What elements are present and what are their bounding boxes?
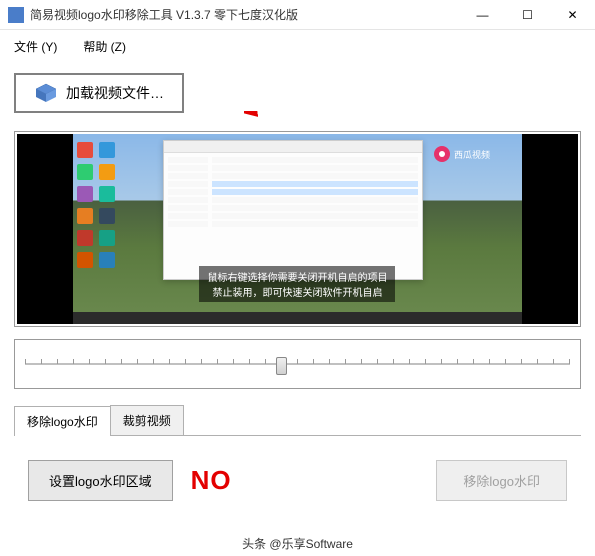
load-video-label: 加载视频文件… [66,83,164,103]
desktop-icon [77,252,93,268]
maximize-button[interactable]: ☐ [505,0,550,30]
desktop-icon [77,186,93,202]
minimize-button[interactable]: — [460,0,505,30]
remove-logo-button: 移除logo水印 [436,460,567,501]
tabs: 移除logo水印 裁剪视频 [14,405,581,436]
desktop-icon [99,142,115,158]
taskbar [73,312,522,324]
preview-frame: 西瓜视频 鼠标右键选择你需要关闭开机自启的项目 禁止装用，即可快速关闭软件开机自… [14,131,581,327]
subtitle-line1: 鼠标右键选择你需要关闭开机自启的项目 [207,273,387,284]
tab-crop-video[interactable]: 裁剪视频 [110,405,184,435]
desktop-icon [77,164,93,180]
desktop-icon [77,208,93,224]
subtitle-line2: 禁止装用，即可快速关闭软件开机自启 [207,284,387,299]
load-video-button[interactable]: 加载视频文件… [14,73,184,113]
menubar: 文件 (Y) 帮助 (Z) [0,30,595,63]
video-preview[interactable]: 西瓜视频 鼠标右键选择你需要关闭开机自启的项目 禁止装用，即可快速关闭软件开机自… [17,134,578,324]
slider-ticks [25,359,570,364]
desktop-icon [99,208,115,224]
app-icon [8,7,24,23]
desktop-icons [77,142,117,268]
maximize-icon: ☐ [522,8,533,22]
desktop-icon [99,230,115,246]
dialog-header [164,141,422,153]
subtitle: 鼠标右键选择你需要关闭开机自启的项目 禁止装用，即可快速关闭软件开机自启 [199,266,395,302]
watermark-text: 西瓜视频 [454,149,490,160]
window-title: 简易视频logo水印移除工具 V1.3.7 零下七度汉化版 [30,6,460,23]
status-label: NO [191,465,232,496]
desktop-icon [77,142,93,158]
footer: 头条 @乐享Software [0,531,595,556]
watermark-pin: 西瓜视频 [432,144,492,169]
menu-file[interactable]: 文件 (Y) [8,34,63,59]
content-area: 加载视频文件… [0,63,595,531]
slider-thumb[interactable] [276,357,287,375]
window-controls: — ☐ ✕ [460,0,595,30]
desktop-icon [99,164,115,180]
dialog-body [164,153,422,231]
set-logo-area-button[interactable]: 设置logo水印区域 [28,460,173,501]
menu-help[interactable]: 帮助 (Z) [77,34,132,59]
remove-logo-panel: 设置logo水印区域 NO 移除logo水印 [14,436,581,521]
tab-remove-logo[interactable]: 移除logo水印 [14,406,111,436]
minimize-icon: — [477,8,489,22]
preview-content: 西瓜视频 鼠标右键选择你需要关闭开机自启的项目 禁止装用，即可快速关闭软件开机自… [73,134,522,324]
desktop-icon [77,230,93,246]
close-icon: ✕ [567,8,577,22]
book-icon [34,83,58,103]
desktop-icon [99,186,115,202]
timeline-slider-frame [14,339,581,389]
embedded-dialog [163,140,423,280]
titlebar: 简易视频logo水印移除工具 V1.3.7 零下七度汉化版 — ☐ ✕ [0,0,595,30]
close-button[interactable]: ✕ [550,0,595,30]
timeline-slider[interactable] [25,354,570,374]
desktop-icon [99,252,115,268]
footer-author: 头条 @乐享Software [242,537,353,551]
